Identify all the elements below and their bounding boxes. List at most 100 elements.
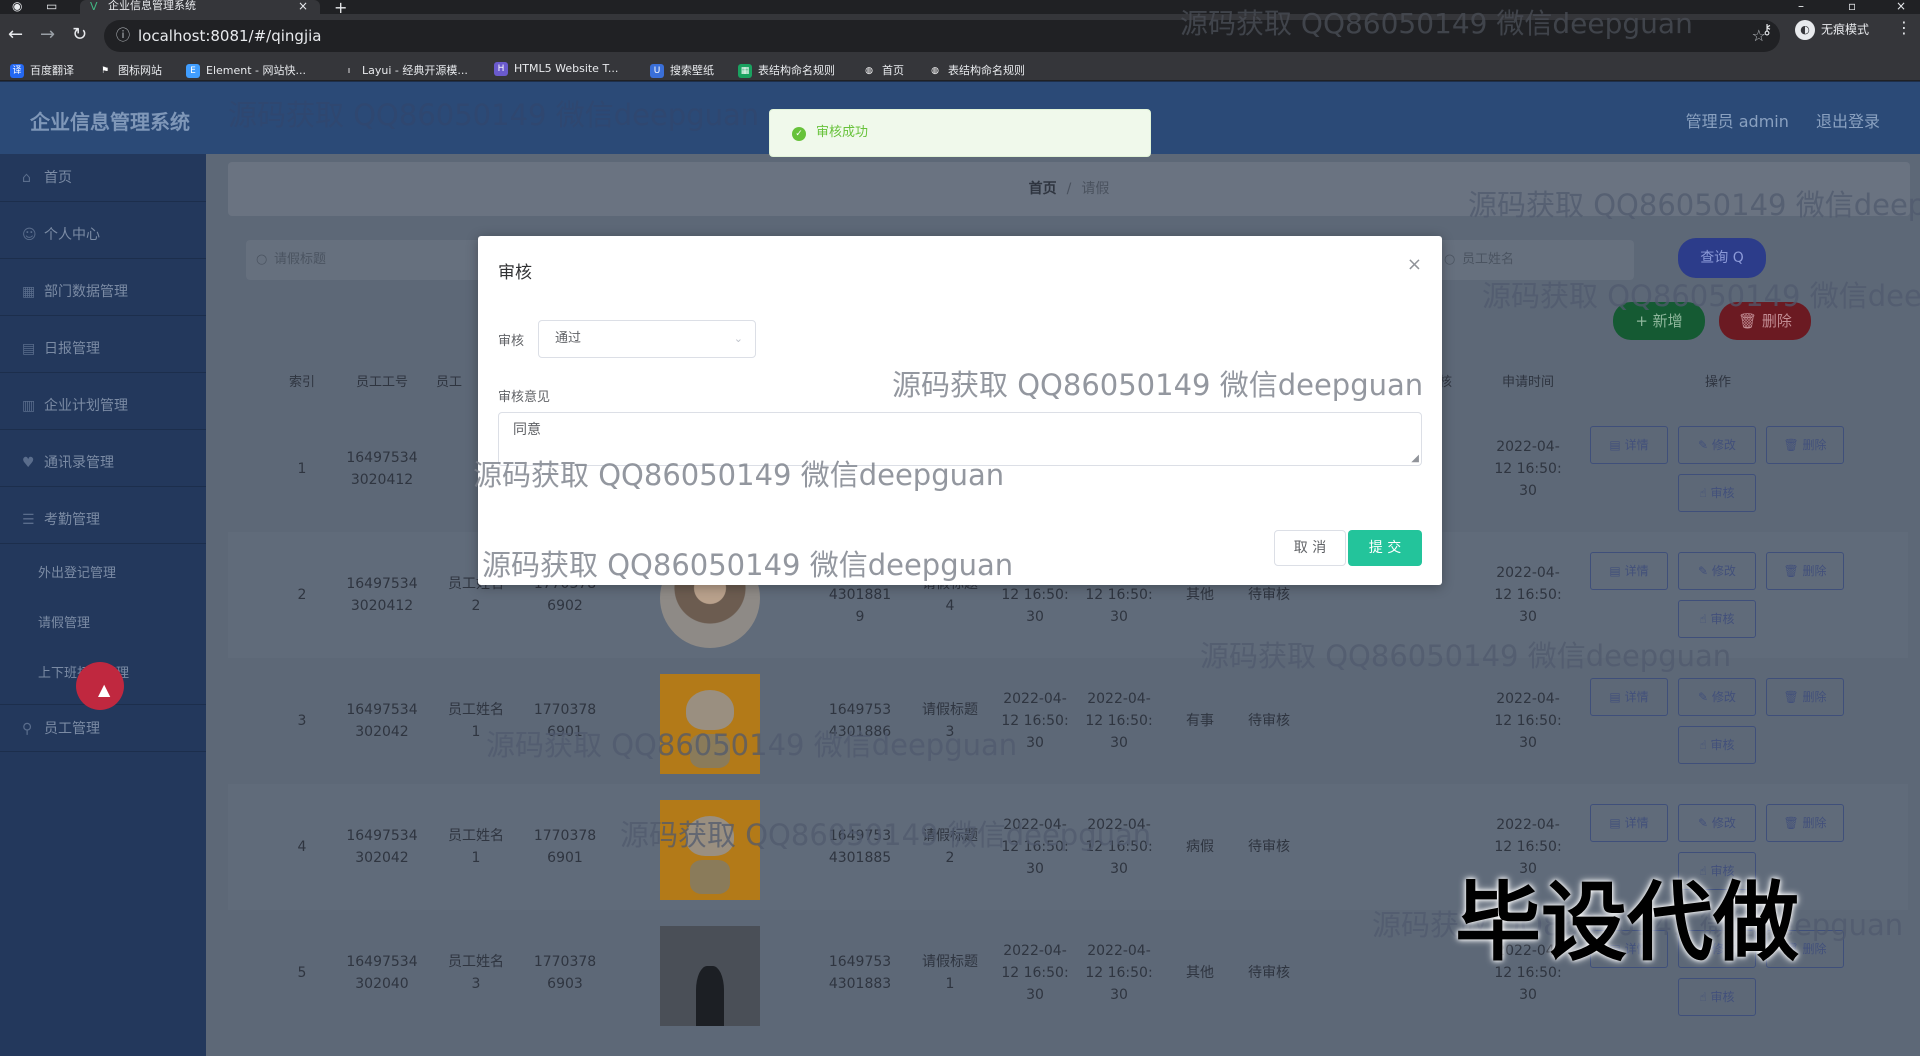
- cell-end-time: 2022-04- 12 16:50: 30: [1085, 691, 1153, 751]
- cell-apply-time: 2022-04- 12 16:50: 30: [1494, 691, 1562, 751]
- cell-apply-time: 2022-04- 12 16:50: 30: [1494, 439, 1562, 499]
- col-header-apply-time: 申请时间: [1501, 375, 1554, 390]
- header-user-area: 管理员 admin 退出登录: [1664, 108, 1880, 132]
- search-title-placeholder: 请假标题: [274, 252, 327, 267]
- edit-button[interactable]: ✎ 修改: [1678, 426, 1756, 464]
- maximize-icon[interactable]: ▫: [1848, 0, 1856, 13]
- bookmarks-bar: 译百度翻译 ⚑ 图标网站 E Element - 网站快... ı Layui - 经…: [0, 59, 1920, 81]
- check-circle-icon: ✓: [792, 127, 806, 141]
- opinion-label: 审核意见: [498, 390, 551, 405]
- dialog-title: 审核: [498, 263, 532, 283]
- review-button[interactable]: ☝ 审核: [1678, 726, 1756, 764]
- bookmark-item[interactable]: ⚑ 图标网站: [98, 62, 162, 78]
- sidebar-item-profile[interactable]: ☺ 个人中心: [0, 211, 206, 259]
- cell-status: 待审核: [1248, 713, 1290, 729]
- sidebar-item-plan[interactable]: ▥ 企业计划管理: [0, 382, 206, 430]
- browser-menu-icon[interactable]: ⋮: [1896, 18, 1912, 37]
- cell-end-time: 2022-04- 12 16:50: 30: [1085, 943, 1153, 1003]
- query-button[interactable]: 查询 Q: [1678, 238, 1766, 278]
- toast-message: 审核成功: [816, 125, 869, 140]
- incognito-indicator[interactable]: ◐ 无痕模式: [1795, 20, 1869, 40]
- review-select[interactable]: 通过 ⌄: [538, 320, 756, 358]
- detail-button[interactable]: ▤ 详情: [1590, 804, 1668, 842]
- site-info-icon[interactable]: ⓘ: [116, 20, 130, 52]
- search-icon: ○: [1444, 252, 1456, 267]
- pin-icon: ⚲: [22, 721, 33, 737]
- staff-photo: [660, 926, 760, 1026]
- bookmark-item[interactable]: U 搜索壁纸: [650, 62, 714, 78]
- watermark: 源码获取 QQ86050149 微信deepguan: [482, 548, 1014, 582]
- reload-icon[interactable]: ↻: [72, 24, 87, 45]
- edit-button[interactable]: ✎ 修改: [1678, 678, 1756, 716]
- cell-staff-name: 员工姓名 1: [448, 702, 504, 740]
- chart-icon: ▥: [22, 398, 36, 414]
- delete-button[interactable]: 🗑 删除: [1766, 552, 1844, 590]
- watermark: 源码获取 QQ86050149 微信deepguan: [892, 368, 1424, 402]
- watermark: 源码获取 QQ86050149 微信deepguan: [1180, 7, 1693, 40]
- detail-icon: ▤: [1609, 690, 1625, 704]
- sidebar-item-department[interactable]: ▦ 部门数据管理: [0, 268, 206, 316]
- close-window-icon[interactable]: ×: [1896, 0, 1906, 13]
- doc-icon: ▤: [22, 341, 36, 357]
- minimize-icon[interactable]: –: [1798, 0, 1804, 13]
- review-label: 审核: [498, 334, 525, 349]
- bookmark-item[interactable]: ◍ 首页: [862, 62, 904, 78]
- delete-button[interactable]: 🗑 删除: [1766, 426, 1844, 464]
- watermark: 源码获取 QQ86050149 微信deepguan: [473, 458, 1005, 492]
- success-toast: ✓ 审核成功: [769, 109, 1151, 157]
- back-icon[interactable]: ←: [8, 24, 23, 45]
- sidebar-item-staff[interactable]: ⚲ 员工管理: [0, 704, 206, 752]
- review-button[interactable]: ☝ 审核: [1678, 474, 1756, 512]
- detail-button[interactable]: ▤ 详情: [1590, 678, 1668, 716]
- browser-tab[interactable]: V 企业信息管理系统 ×: [80, 0, 320, 14]
- review-button[interactable]: ☝ 审核: [1678, 978, 1756, 1016]
- sidebar-item-attendance[interactable]: ☰ 考勤管理: [0, 496, 206, 544]
- review-icon: ☝: [1699, 612, 1711, 626]
- watermark: 源码获取 QQ86050149 微信deepguan: [486, 728, 1018, 762]
- bookmark-item[interactable]: H HTML5 Website T...: [494, 62, 618, 76]
- col-header-index: 索引: [288, 375, 315, 390]
- password-key-icon[interactable]: ⚷: [1762, 22, 1772, 38]
- cell-staff-no: 16497534 3020412: [346, 450, 418, 488]
- sidebar-item-contacts[interactable]: ♥ 通讯录管理: [0, 439, 206, 487]
- close-icon[interactable]: ×: [1407, 254, 1422, 275]
- cancel-button[interactable]: 取 消: [1274, 530, 1346, 566]
- bookmark-item[interactable]: ▦ 表结构命名规则: [738, 62, 835, 78]
- edit-button[interactable]: ✎ 修改: [1678, 552, 1756, 590]
- resize-grip-icon[interactable]: ◢: [1411, 453, 1419, 464]
- cell-phone: 1770378 6901: [533, 702, 597, 740]
- cell-staff-no: 16497534 302042: [346, 702, 418, 740]
- incognito-icon: ◐: [1795, 20, 1815, 40]
- close-tab-icon[interactable]: ×: [298, 0, 308, 12]
- detail-button[interactable]: ▤ 详情: [1590, 426, 1668, 464]
- breadcrumb-home[interactable]: 首页: [1029, 181, 1057, 197]
- translate-icon: 译: [10, 64, 24, 78]
- bookmark-item[interactable]: E Element - 网站快...: [186, 62, 306, 78]
- review-dialog: 审核 × 审核 通过 ⌄ 审核意见 同意 ◢ 取 消 提 交: [478, 236, 1442, 585]
- watermark: 源码获取 QQ86050149 微信deepguan: [228, 98, 760, 132]
- search-icon: ○: [256, 252, 268, 267]
- delete-button[interactable]: 🗑 删除: [1766, 804, 1844, 842]
- delete-button[interactable]: 🗑 删除: [1766, 678, 1844, 716]
- bookmark-item[interactable]: ◍ 表结构命名规则: [928, 62, 1025, 78]
- detail-button[interactable]: ▤ 详情: [1590, 552, 1668, 590]
- cell-staff-no: 16497534 302040: [346, 954, 418, 992]
- sidebar-item-daily-report[interactable]: ▤ 日报管理: [0, 325, 206, 373]
- sidebar-item-home[interactable]: ⌂ 首页: [0, 154, 206, 202]
- edit-button[interactable]: ✎ 修改: [1678, 804, 1756, 842]
- bookmark-item[interactable]: ı Layui - 经典开源模...: [342, 62, 468, 78]
- wallpaper-icon: U: [650, 64, 664, 78]
- sidebar-subitem-leave[interactable]: 请假管理: [0, 602, 206, 646]
- watermark: 源码获取 QQ86050149 微信deepguan: [1468, 188, 1920, 222]
- opinion-value: 同意: [513, 422, 541, 438]
- bookmark-item[interactable]: 译百度翻译: [10, 62, 74, 78]
- forward-icon[interactable]: →: [40, 24, 55, 45]
- tab-search-icon[interactable]: ▭: [46, 0, 57, 13]
- layui-icon: ı: [347, 66, 351, 76]
- user-icon: ☺: [22, 227, 37, 243]
- submit-button[interactable]: 提 交: [1348, 530, 1422, 566]
- cell-staff-no: 16497534 3020412: [346, 576, 418, 614]
- logout-link[interactable]: 退出登录: [1816, 112, 1880, 131]
- sidebar-subitem-outing[interactable]: 外出登记管理: [0, 552, 206, 596]
- app-brand: 企业信息管理系统: [30, 110, 190, 134]
